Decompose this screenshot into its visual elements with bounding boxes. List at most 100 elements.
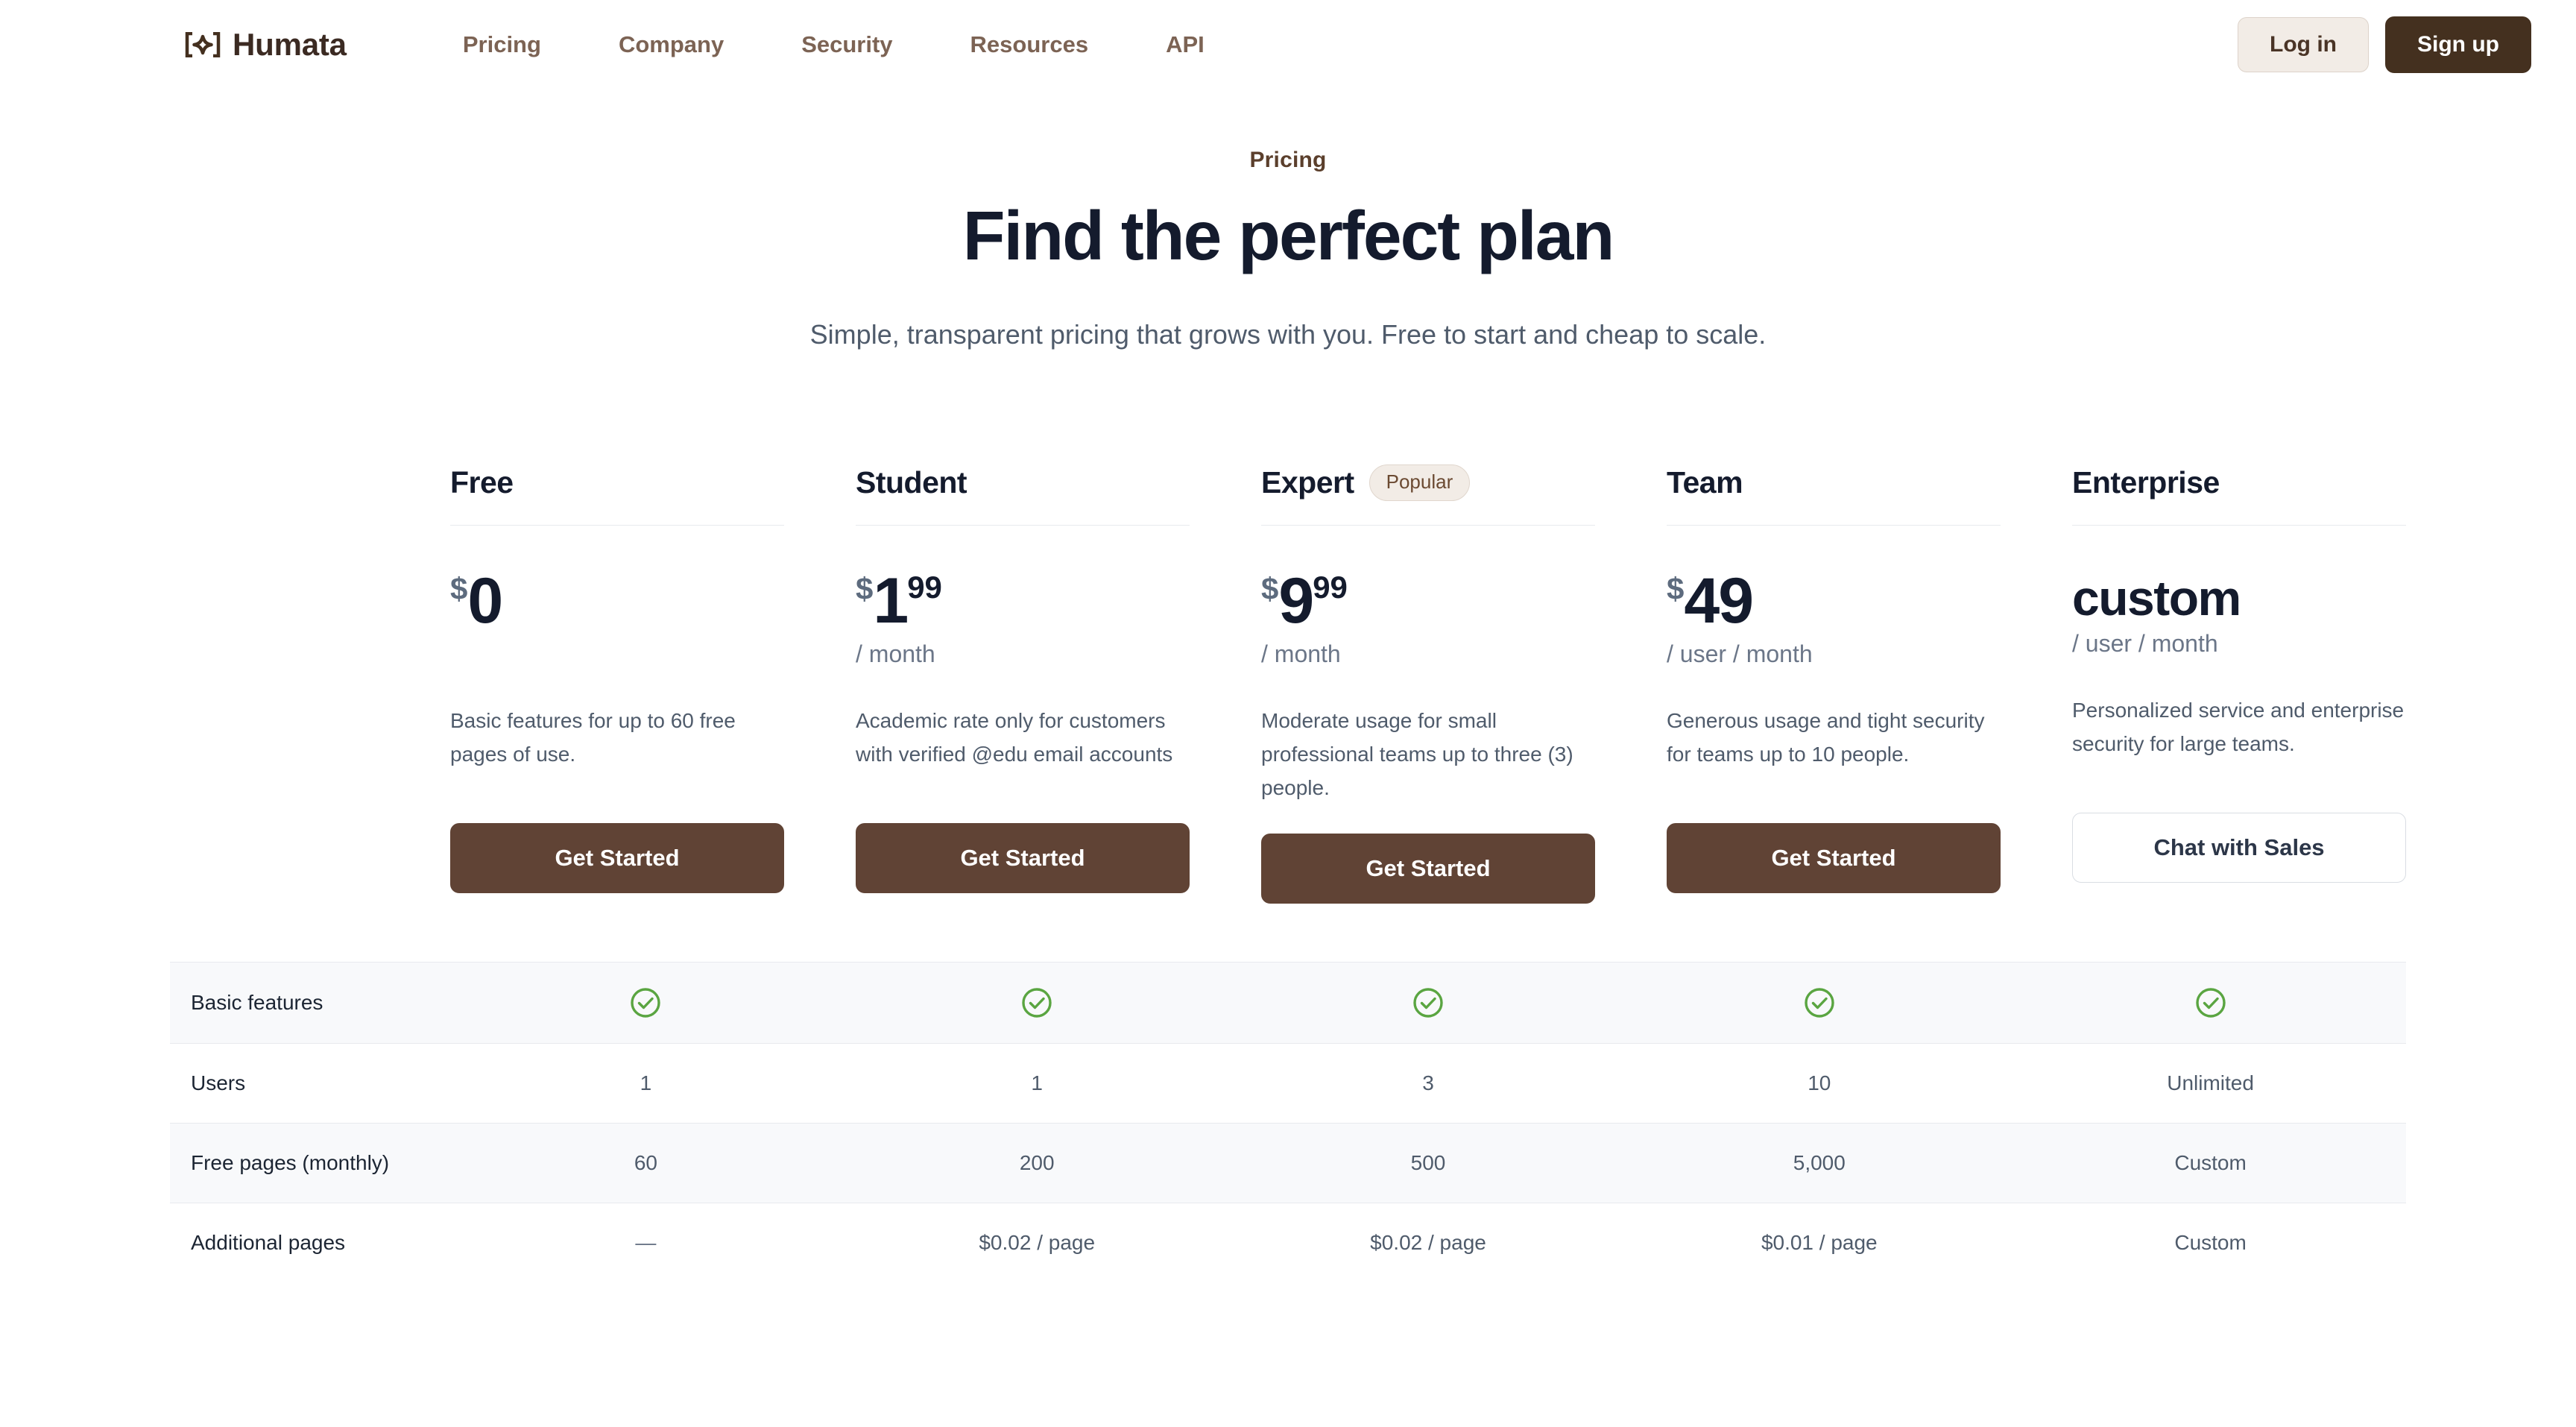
plan-price-amount: 1: [873, 564, 909, 637]
plan-description: Basic features for up to 60 free pages o…: [450, 708, 736, 766]
feature-comparison-section: Basic features Users 1 1 3 10 Unlimited Free pa…: [0, 962, 2576, 1282]
plan-currency-symbol: $: [1261, 570, 1279, 606]
plan-name: Expert: [1261, 465, 1354, 500]
plan-price-cents: 99: [907, 569, 942, 605]
nav-actions: Log in Sign up: [2238, 16, 2531, 73]
plan-cta-button[interactable]: Get Started: [1667, 822, 2001, 893]
plan-description: Academic rate only for customers with ve…: [856, 708, 1173, 766]
nav-item-pricing[interactable]: Pricing: [424, 31, 580, 58]
feature-label: Additional pages: [191, 1230, 346, 1254]
plan-divider: [856, 524, 1190, 526]
page-title: Find the perfect plan: [962, 197, 1615, 274]
pricing-plan-card: Team $49/ user / month Generous usage and …: [1667, 461, 2001, 904]
feature-value: [2015, 962, 2406, 1043]
plan-divider: [450, 524, 784, 526]
plan-header: Team: [1667, 461, 2001, 505]
plan-cta-button[interactable]: Get Started: [450, 822, 784, 893]
feature-value: 60: [634, 1150, 657, 1174]
hero-eyebrow: Pricing: [1249, 148, 1327, 172]
plan-cta-button[interactable]: Get Started: [1261, 833, 1595, 904]
plan-price-cents: 99: [1313, 569, 1348, 605]
feature-value: [842, 962, 1233, 1043]
feature-label: Free pages (monthly): [191, 1150, 390, 1174]
plan-currency-symbol: $: [450, 570, 468, 606]
plan-name: Free: [450, 465, 514, 500]
plan-description: Personalized service and enterprise secu…: [2072, 698, 2405, 755]
feature-value: 1: [640, 1071, 652, 1094]
feature-comparison-table: Basic features Users 1 1 3 10 Unlimited Free pa…: [170, 962, 2406, 1282]
log-in-button[interactable]: Log in: [2238, 17, 2370, 72]
plan-price: $49: [1667, 563, 2001, 646]
plan-header: Enterprise: [2072, 461, 2406, 505]
table-row: Basic features: [170, 962, 2406, 1044]
humata-logo-icon: [185, 31, 221, 58]
plan-divider: [2072, 524, 2406, 526]
table-row: Users 1 1 3 10 Unlimited: [170, 1043, 2406, 1123]
feature-value: [450, 962, 842, 1043]
brand-logo[interactable]: Humata: [185, 27, 347, 63]
plan-header: Expert Popular: [1261, 461, 1595, 505]
plan-cta-button[interactable]: Get Started: [856, 822, 1190, 893]
check-icon: [1412, 986, 1445, 1019]
plan-header: Student: [856, 461, 1190, 505]
nav-item-company[interactable]: Company: [580, 31, 763, 58]
plan-price: $9 99: [1261, 563, 1595, 646]
nav-item-resources[interactable]: Resources: [932, 31, 1128, 58]
table-row: Free pages (monthly) 60 200 500 5,000 Custom: [170, 1123, 2406, 1203]
feature-label: Basic features: [191, 990, 323, 1014]
plan-cta-button[interactable]: Chat with Sales: [2072, 812, 2406, 883]
check-icon: [1020, 986, 1053, 1019]
feature-value: —: [635, 1230, 657, 1254]
plan-description: Generous usage and tight security for te…: [1667, 708, 1985, 766]
plan-billing-period: / month: [1261, 640, 1341, 667]
feature-value: $0.02 / page: [979, 1230, 1096, 1254]
feature-value: Custom: [2174, 1150, 2247, 1174]
feature-value: [1623, 962, 2015, 1043]
primary-nav: Pricing Company Security Resources API: [424, 31, 1243, 58]
plan-description: Moderate usage for small professional te…: [1261, 708, 1573, 800]
feature-value: $0.02 / page: [1370, 1230, 1486, 1254]
feature-value: Custom: [2174, 1230, 2247, 1254]
feature-value: $0.01 / page: [1761, 1230, 1878, 1254]
plan-price: $0: [450, 563, 784, 646]
plan-billing-period: [450, 640, 784, 668]
plan-header: Free: [450, 461, 784, 505]
brand-name: Humata: [233, 27, 347, 62]
plan-name: Enterprise: [2072, 465, 2220, 500]
pricing-plan-card: Student $1 99 / month Academic rate only for…: [856, 461, 1190, 904]
plan-currency-symbol: $: [1667, 570, 1685, 606]
plan-billing-period: / user / month: [2072, 629, 2218, 657]
feature-value: [1233, 962, 1624, 1043]
popular-badge: Popular: [1368, 464, 1471, 502]
top-navbar: Humata Pricing Company Security Resource…: [0, 0, 2576, 89]
pricing-plan-card: Free $0 Basic features for up to 60 free …: [450, 461, 784, 904]
nav-item-security[interactable]: Security: [763, 31, 931, 58]
sign-up-button[interactable]: Sign up: [2385, 16, 2531, 73]
feature-label: Users: [191, 1071, 246, 1094]
nav-item-api[interactable]: API: [1127, 31, 1243, 58]
hero-subtitle: Simple, transparent pricing that grows w…: [809, 318, 1767, 350]
plan-currency-symbol: $: [856, 570, 874, 606]
plan-divider: [1261, 524, 1595, 526]
plan-billing-period: / month: [856, 640, 935, 667]
plan-divider: [1667, 524, 2001, 526]
plan-price-amount: 0: [467, 564, 503, 637]
plan-name: Team: [1667, 465, 1743, 500]
feature-value: 200: [1019, 1150, 1055, 1174]
table-row: Additional pages — $0.02 / page $0.02 / pag…: [170, 1203, 2406, 1282]
plan-price-amount: 9: [1278, 564, 1314, 637]
check-icon: [1803, 986, 1836, 1019]
plan-name: Student: [856, 465, 967, 500]
feature-value: Unlimited: [2167, 1071, 2254, 1094]
feature-value: 10: [1808, 1071, 1831, 1094]
plan-price-amount: 49: [1684, 564, 1754, 637]
feature-value: 5,000: [1793, 1150, 1846, 1174]
feature-value: 1: [1031, 1071, 1043, 1094]
plan-billing-period: / user / month: [1667, 640, 1813, 667]
check-icon: [2194, 986, 2227, 1019]
hero-section: Pricing Find the perfect plan Simple, tr…: [0, 89, 2576, 350]
feature-value: 500: [1410, 1150, 1446, 1174]
feature-value: 3: [1422, 1071, 1434, 1094]
pricing-plans: Free $0 Basic features for up to 60 free …: [0, 461, 2576, 904]
check-icon: [629, 986, 662, 1019]
